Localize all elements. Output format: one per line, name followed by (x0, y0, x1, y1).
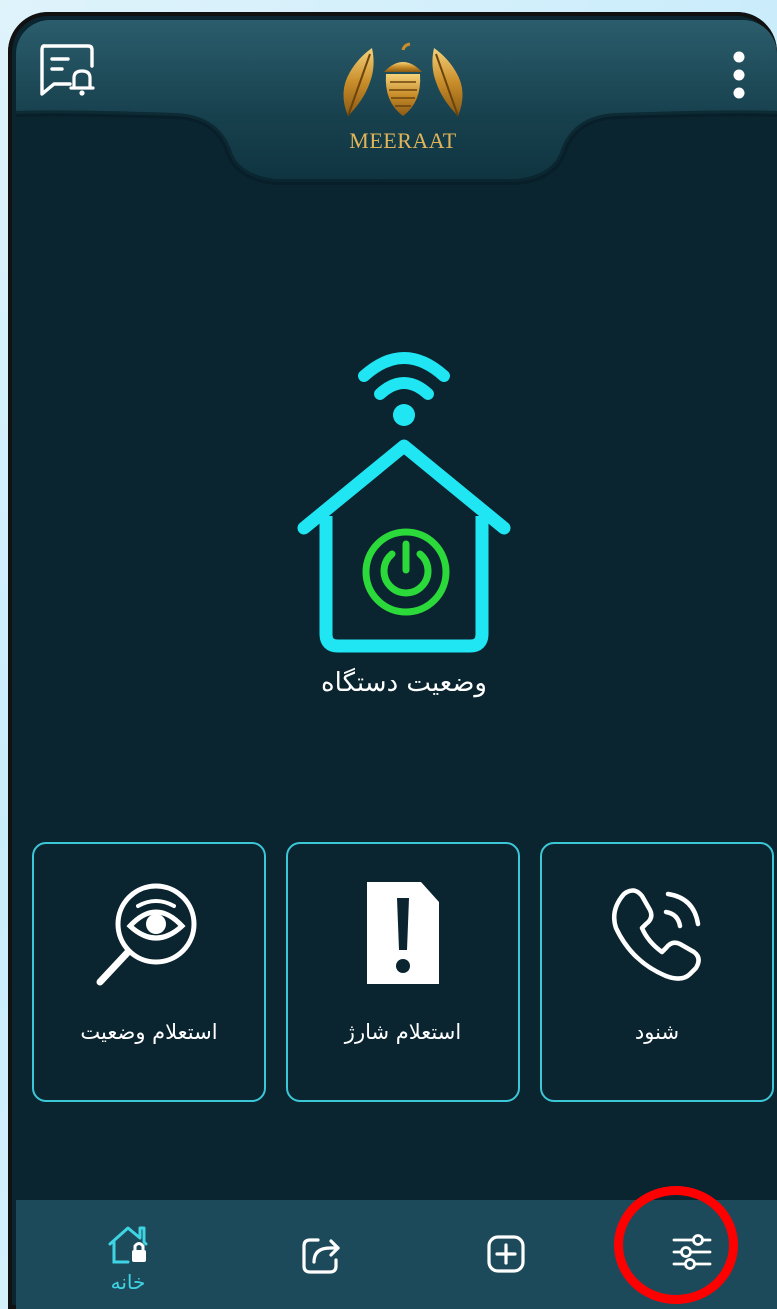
smart-home-power-icon (297, 352, 511, 653)
card-label: شنود (634, 1020, 680, 1044)
sim-alert-icon (367, 882, 439, 984)
home-lock-icon (108, 1226, 148, 1264)
nav-label-home: خانه (110, 1270, 146, 1294)
phone-call-icon (612, 888, 701, 981)
card-label: استعلام وضعیت (80, 1020, 218, 1044)
nav-item-settings[interactable] (632, 1200, 752, 1309)
nav-item-share[interactable] (262, 1200, 382, 1309)
more-options-button[interactable] (727, 50, 751, 100)
brand-logo: MEERAAT (328, 42, 478, 153)
status-inquiry-card[interactable]: استعلام وضعیت (32, 842, 266, 1102)
more-vertical-icon (733, 51, 745, 99)
phone-frame: MEERAAT وضعیت دستگاه استعلام وضعیت استعل… (8, 12, 777, 1309)
settings-sliders-icon (672, 1234, 712, 1270)
charge-inquiry-card[interactable]: استعلام شارژ (286, 842, 520, 1102)
notification-bell-icon (40, 44, 95, 96)
notifications-button[interactable] (38, 42, 96, 98)
bottom-navigation: خانه (16, 1200, 777, 1309)
card-label: استعلام شارژ (344, 1020, 462, 1044)
action-cards: استعلام وضعیت استعلام شارژ شنود (32, 842, 774, 1104)
app-screen: MEERAAT وضعیت دستگاه استعلام وضعیت استعل… (16, 20, 777, 1309)
device-status-label: وضعیت دستگاه (321, 668, 487, 698)
device-status-button[interactable]: وضعیت دستگاه (284, 338, 524, 718)
app-header: MEERAAT (16, 20, 777, 185)
acorn-leaves-logo-icon (343, 42, 463, 117)
add-box-icon (487, 1235, 525, 1273)
nav-item-home[interactable]: خانه (68, 1200, 188, 1309)
logo-text: MEERAAT (349, 128, 457, 153)
nav-item-add[interactable] (446, 1200, 566, 1309)
eye-search-icon (96, 883, 197, 986)
share-icon (302, 1238, 340, 1274)
listen-card[interactable]: شنود (540, 842, 774, 1102)
